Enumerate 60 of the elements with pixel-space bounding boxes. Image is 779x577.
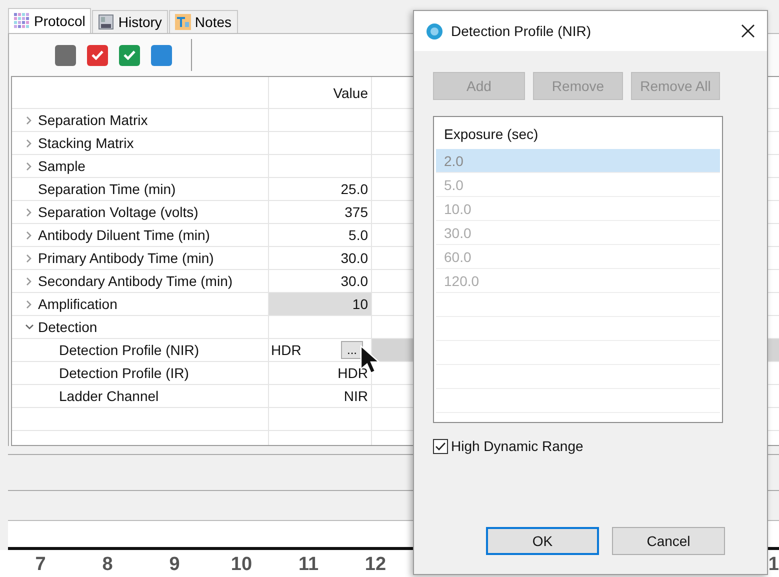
check-toggle-button[interactable]: [87, 44, 108, 66]
value-cell[interactable]: 5.0: [269, 224, 372, 246]
column-header: Value: [269, 77, 372, 108]
axis-label: 11: [297, 554, 320, 576]
chevron-right-icon[interactable]: [26, 230, 32, 240]
chevron-right-icon[interactable]: [26, 276, 32, 286]
property-name: Amplification: [38, 296, 118, 312]
checkbox[interactable]: [433, 438, 448, 454]
value-text: HDR: [271, 342, 302, 358]
property-name: Primary Antibody Time (min): [38, 250, 214, 266]
document-icon: [98, 14, 114, 30]
checkbox-label[interactable]: High Dynamic Range: [451, 438, 584, 454]
check-icon: [123, 50, 136, 60]
property-name: Separation Voltage (volts): [38, 204, 198, 220]
axis-label: 1: [768, 554, 779, 576]
chevron-right-icon[interactable]: [26, 300, 32, 308]
chevron-right-icon[interactable]: [26, 162, 32, 170]
text-icon: [174, 14, 191, 30]
chevron-right-icon[interactable]: [26, 116, 32, 124]
ellipsis-button[interactable]: ...: [341, 341, 363, 359]
value-cell[interactable]: 30.0: [269, 247, 372, 269]
chevron-right-icon[interactable]: [26, 208, 32, 216]
chevron-right-icon[interactable]: [26, 254, 32, 262]
axis-label: 7: [34, 554, 47, 576]
chevron-down-icon[interactable]: [24, 324, 34, 330]
cancel-button[interactable]: Cancel: [612, 527, 725, 555]
value-cell[interactable]: 10: [269, 293, 372, 315]
property-name: Separation Matrix: [38, 112, 148, 128]
property-name: Detection Profile (NIR): [59, 342, 200, 358]
axis-label: 10: [230, 554, 254, 576]
property-name: Detection: [38, 319, 98, 335]
value-cell[interactable]: 30.0: [269, 270, 372, 292]
toggle-button[interactable]: [151, 44, 172, 66]
value-cell[interactable]: 25.0: [269, 178, 372, 200]
property-name: Secondary Antibody Time (min): [38, 273, 233, 289]
property-name: Ladder Channel: [59, 388, 159, 404]
axis-label: 9: [168, 554, 181, 576]
value-cell[interactable]: 375: [269, 201, 372, 223]
column-header: Exposure (sec): [443, 125, 540, 144]
close-icon[interactable]: [741, 24, 755, 38]
check-icon: [435, 442, 446, 450]
logo-icon: [426, 22, 443, 40]
property-name: Detection Profile (IR): [59, 365, 189, 381]
property-name: Antibody Diluent Time (min): [38, 227, 210, 243]
ok-button[interactable]: OK: [486, 527, 599, 555]
toggle-button[interactable]: [55, 44, 76, 66]
chevron-right-icon[interactable]: [26, 138, 32, 148]
property-name: Separation Time (min): [38, 181, 176, 197]
property-name: Stacking Matrix: [38, 135, 134, 151]
axis-label: 8: [101, 554, 114, 576]
tab[interactable]: Protocol: [8, 8, 92, 33]
property-name: Sample: [38, 158, 86, 174]
tab[interactable]: History: [92, 10, 168, 33]
tab[interactable]: Notes: [168, 10, 238, 33]
check-toggle-button[interactable]: [119, 44, 140, 66]
check-icon: [91, 50, 104, 60]
grid-icon: [14, 13, 30, 29]
dialog-title: Detection Profile (NIR): [451, 23, 592, 39]
axis-label: 12: [364, 554, 388, 576]
value-cell[interactable]: NIR: [269, 385, 372, 407]
